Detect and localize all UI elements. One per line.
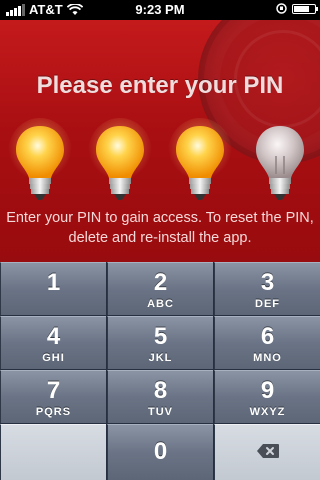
key-8[interactable]: 8 TUV <box>107 370 213 423</box>
key-blank <box>0 424 106 480</box>
key-9[interactable]: 9 WXYZ <box>214 370 320 423</box>
key-1[interactable]: 1 <box>0 262 106 315</box>
key-number: 1 <box>46 269 61 296</box>
key-number: 3 <box>260 269 275 296</box>
key-number: 6 <box>260 323 275 350</box>
key-0[interactable]: 0 <box>107 424 213 480</box>
bulb-unlit-icon <box>256 126 304 200</box>
bulb-lit-icon <box>88 118 152 200</box>
key-letters: WXYZ <box>249 406 286 418</box>
key-letters: TUV <box>148 406 173 418</box>
instructions-text: Enter your PIN to gain access. To reset … <box>6 210 314 246</box>
battery-icon <box>292 3 318 14</box>
key-6[interactable]: 6 MNO <box>214 316 320 369</box>
key-number: 5 <box>153 323 168 350</box>
status-right <box>276 3 318 14</box>
key-letters: DEF <box>255 298 280 310</box>
backspace-icon <box>257 444 279 458</box>
key-3[interactable]: 3 DEF <box>214 262 320 315</box>
key-letters: JKL <box>148 352 173 364</box>
bulb-lit-icon <box>8 118 72 200</box>
key-letters: MNO <box>253 352 282 364</box>
page-title: Please enter your PIN <box>36 72 284 99</box>
clock: 9:23 PM <box>135 2 185 17</box>
key-number: 9 <box>260 377 275 404</box>
keypad: 1 2 ABC 3 DEF 4 GHI 5 JKL 6 MNO 7 PQRS 8… <box>0 262 320 480</box>
key-number: 7 <box>46 377 61 404</box>
orientation-lock-icon <box>276 3 287 14</box>
key-number: 8 <box>153 377 168 404</box>
pin-indicators <box>0 118 320 214</box>
key-7[interactable]: 7 PQRS <box>0 370 106 423</box>
key-letters: ABC <box>147 298 174 310</box>
key-number: 4 <box>46 323 61 350</box>
key-letters: GHI <box>42 352 65 364</box>
key-letters: PQRS <box>35 406 72 418</box>
key-5[interactable]: 5 JKL <box>107 316 213 369</box>
delete-button[interactable] <box>214 424 320 480</box>
key-number: 2 <box>153 269 168 296</box>
key-number: 0 <box>153 438 168 465</box>
key-4[interactable]: 4 GHI <box>0 316 106 369</box>
pin-panel: Please enter your PIN Enter your PIN to … <box>0 20 320 262</box>
key-2[interactable]: 2 ABC <box>107 262 213 315</box>
bulb-lit-icon <box>168 118 232 200</box>
status-bar: AT&T 9:23 PM <box>0 0 320 20</box>
